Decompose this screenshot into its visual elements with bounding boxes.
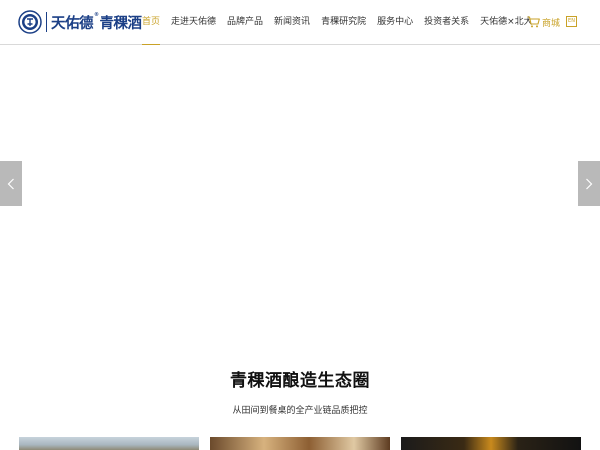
logo-wordmark: 天佑德®青稞酒 [51,11,142,32]
site-header: 天佑德®青稞酒 首页 走进天佑德 品牌产品 新闻资讯 青稞研究院 服务中心 投资… [0,0,600,46]
nav-item-home[interactable]: 首页 [142,0,161,46]
shop-link[interactable]: 商城 [527,15,560,29]
ecosystem-cards [19,437,581,450]
brand-logo[interactable]: 天佑德®青稞酒 [18,9,142,35]
shop-label: 商城 [542,18,561,29]
cart-icon [527,16,540,28]
ecosystem-card-field[interactable] [19,437,199,450]
hero-carousel [0,45,600,345]
nav-item-about[interactable]: 走进天佑德 [171,0,216,45]
nav-item-products[interactable]: 品牌产品 [227,0,263,45]
main-nav: 首页 走进天佑德 品牌产品 新闻资讯 青稞研究院 服务中心 投资者关系 天佑德×… [142,0,533,46]
carousel-next-button[interactable] [578,161,600,206]
nav-item-news[interactable]: 新闻资讯 [274,0,310,45]
logo-divider [46,12,47,32]
section-subtitle: 从田间到餐桌的全产业链品质把控 [232,406,368,416]
ecosystem-card-table[interactable] [401,437,581,450]
section-title: 青稞酒酿造生态圈 [230,371,370,391]
nav-item-pku[interactable]: 天佑德×北大 [480,0,533,45]
language-switch-button[interactable]: EN [566,16,577,27]
chevron-right-icon [586,178,593,189]
brand-emblem-icon [18,10,42,34]
carousel-prev-button[interactable] [0,161,22,206]
nav-item-service[interactable]: 服务中心 [377,0,413,45]
chevron-left-icon [7,178,14,189]
nav-item-research[interactable]: 青稞研究院 [321,0,366,45]
ecosystem-card-brewing[interactable] [210,437,390,450]
nav-item-investors[interactable]: 投资者关系 [424,0,469,45]
